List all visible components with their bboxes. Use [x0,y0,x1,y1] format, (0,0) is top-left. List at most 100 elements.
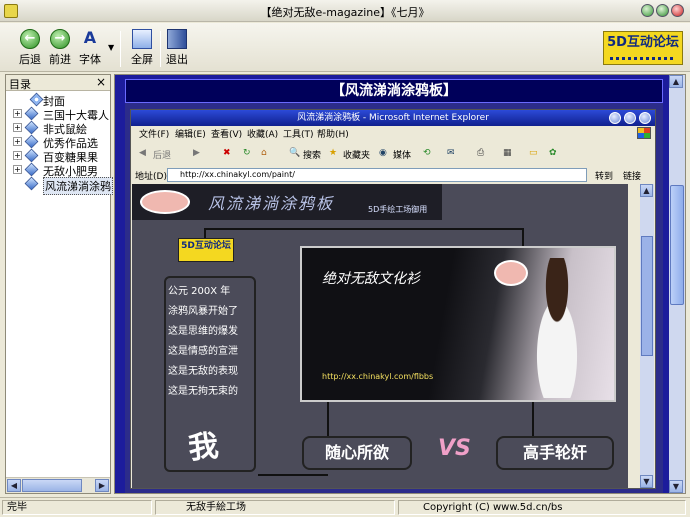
browser-media-label: 媒体 [393,151,412,161]
article-area: 【风流涕淌涂鸦板】 风流涕淌涂鸦板 - Microsoft Internet E… [125,79,663,493]
windows-logo-icon [637,127,651,139]
close-button[interactable] [671,4,684,17]
fullscreen-icon [132,29,152,49]
book-icon [24,148,39,163]
tree-item-cover[interactable]: 封面 [12,92,116,108]
connector-line [522,228,524,246]
expand-icon[interactable]: + [13,123,22,132]
forward-arrow-icon: → [50,29,70,49]
browser-back-label: 后退 [153,151,172,161]
browser-folder-icon: ▭ [529,148,538,158]
app-window: 【绝对无敌e-magazine】《七月》 ← 后退 → 前进 A 字体 ▼ 全屏… [0,0,690,517]
browser-menu-bar: 文件(F) 编辑(E) 查看(V) 收藏(A) 工具(T) 帮助(H) [131,127,655,143]
scroll-down-icon[interactable]: ▼ [669,480,683,493]
embedded-browser-screenshot: 风流涕淌涂鸦板 - Microsoft Internet Explorer 文件… [130,109,656,489]
scroll-left-icon[interactable]: ◀ [7,479,21,492]
browser-menu-view: 查看(V) [211,130,243,140]
browser-url: http://xx.chinakyl.com/paint/ [180,170,295,179]
right-slogan: 高手轮奸 [496,436,614,470]
banner-title: 风流涕淌涂鸦板 [208,194,335,213]
browser-links-label: 链接 [623,172,642,182]
left-slogan: 随心所欲 [302,436,412,470]
scroll-right-icon[interactable]: ▶ [95,479,109,492]
page-title: 【风流涕淌涂鸦板】 [125,79,663,103]
scroll-thumb[interactable] [22,479,82,492]
tree-item[interactable]: + 无敌小肥男 [12,162,116,178]
status-copyright: Copyright (C) www.5d.cn/bs [398,500,686,515]
back-arrow-icon: ← [20,29,40,49]
star-icon [29,92,44,107]
person-photo [522,258,592,398]
title-bar: 【绝对无敌e-magazine】《七月》 [0,0,690,22]
browser-history-icon: ⟲ [423,148,431,158]
forum-logo: 5D互动论坛 [178,238,234,262]
close-icon[interactable]: × [96,75,106,89]
pig-nose-logo [140,190,190,214]
poem-line: 这是情感的宣泄 [168,346,238,357]
expand-icon[interactable]: + [13,151,22,160]
expand-icon[interactable]: + [13,109,22,118]
scroll-thumb[interactable] [670,185,684,305]
vertical-scrollbar[interactable]: ▲ ▼ [669,75,685,493]
browser-messenger-icon: ✿ [549,148,557,158]
browser-go-label: 转到 [595,172,614,182]
paint-board-page: 风流涕淌涂鸦板 5D手绘工场御用 5D互动论坛 公元 200X 年 涂鸦风暴开始… [132,184,628,488]
browser-mail-icon: ✉ [447,148,455,158]
back-button[interactable]: ← 后退 [13,27,47,69]
connector-line [327,402,329,436]
status-text: 完毕 [2,500,152,515]
browser-menu-help: 帮助(H) [317,130,349,140]
promo-url: http://xx.chinakyl.com/flbbs [322,372,434,381]
toc-tree: 封面 + 三国十大霉人 + 非式鼠絵 + 优秀作品选 + 百变糖果果 + 无敌小… [6,92,113,463]
expand-icon[interactable]: + [13,165,22,174]
left-slogan-text: 随心所欲 [324,443,389,462]
tree-item[interactable]: + 非式鼠絵 [12,120,116,136]
scroll-up-icon[interactable]: ▲ [669,75,683,88]
banner-subtitle: 5D手绘工场御用 [368,205,428,214]
vs-label: VS [438,436,471,461]
browser-title: 风流涕淌涂鸦板 - Microsoft Internet Explorer [297,113,489,123]
browser-print-icon: ⎙ [477,148,485,158]
connector-line [258,474,328,476]
forward-label: 前进 [49,53,71,66]
browser-stop-icon: ✖ [223,148,231,158]
browser-menu-file: 文件(F) [139,130,170,140]
brand-logo-text: 5D互动论坛 [607,35,679,50]
back-label: 后退 [19,53,41,66]
expand-icon[interactable]: + [13,137,22,146]
poem-line: 涂鸦风暴开始了 [168,306,238,317]
fullscreen-label: 全屏 [131,53,153,66]
browser-forward-arrow-icon: ▶ [193,148,200,158]
table-of-contents-panel: 目录 × 封面 + 三国十大霉人 + 非式鼠絵 + 优秀作品选 + 百变糖果果 … [5,74,113,494]
content-pane: 【风流涕淌涂鸦板】 风流涕淌涂鸦板 - Microsoft Internet E… [114,74,686,494]
browser-favorites-label: 收藏夹 [343,151,371,161]
browser-search-label: 搜索 [303,151,322,161]
browser-close-icon [639,112,651,124]
tree-item[interactable]: + 百变糖果果 [12,148,116,164]
browser-minimize-icon [609,112,621,124]
tree-item[interactable]: + 三国十大霉人 [12,106,116,122]
browser-menu-edit: 编辑(E) [175,130,206,140]
forward-button[interactable]: → 前进 [43,27,77,69]
font-dropdown-icon[interactable]: ▼ [108,43,114,52]
exit-label: 退出 [166,53,188,66]
promo-photo: 绝对无敌文化衫 http://xx.chinakyl.com/flbbs [300,246,616,402]
minimize-button[interactable] [641,4,654,17]
browser-menu-tools: 工具(T) [283,130,314,140]
font-button[interactable]: A 字体 [73,27,107,69]
horizontal-scrollbar[interactable]: ◀ ▶ [6,477,110,493]
fullscreen-button[interactable]: 全屏 [125,27,159,69]
big-character: 我 [186,428,221,467]
browser-maximize-icon [624,112,636,124]
scroll-thumb [641,236,653,356]
book-icon [24,106,39,121]
panel-header: 目录 × [6,75,110,91]
browser-address-bar: 地址(D) http://xx.chinakyl.com/paint/ 转到 链… [131,167,655,183]
poem-line: 这是无拘无束的 [168,386,238,397]
tree-item[interactable]: + 优秀作品选 [12,134,116,150]
maximize-button[interactable] [656,4,669,17]
brand-logo[interactable]: 5D互动论坛 [603,31,683,65]
page-icon [24,176,39,191]
exit-button[interactable]: 退出 [160,27,194,69]
tree-item-selected[interactable]: 风流涕淌涂鸦 [12,176,116,195]
